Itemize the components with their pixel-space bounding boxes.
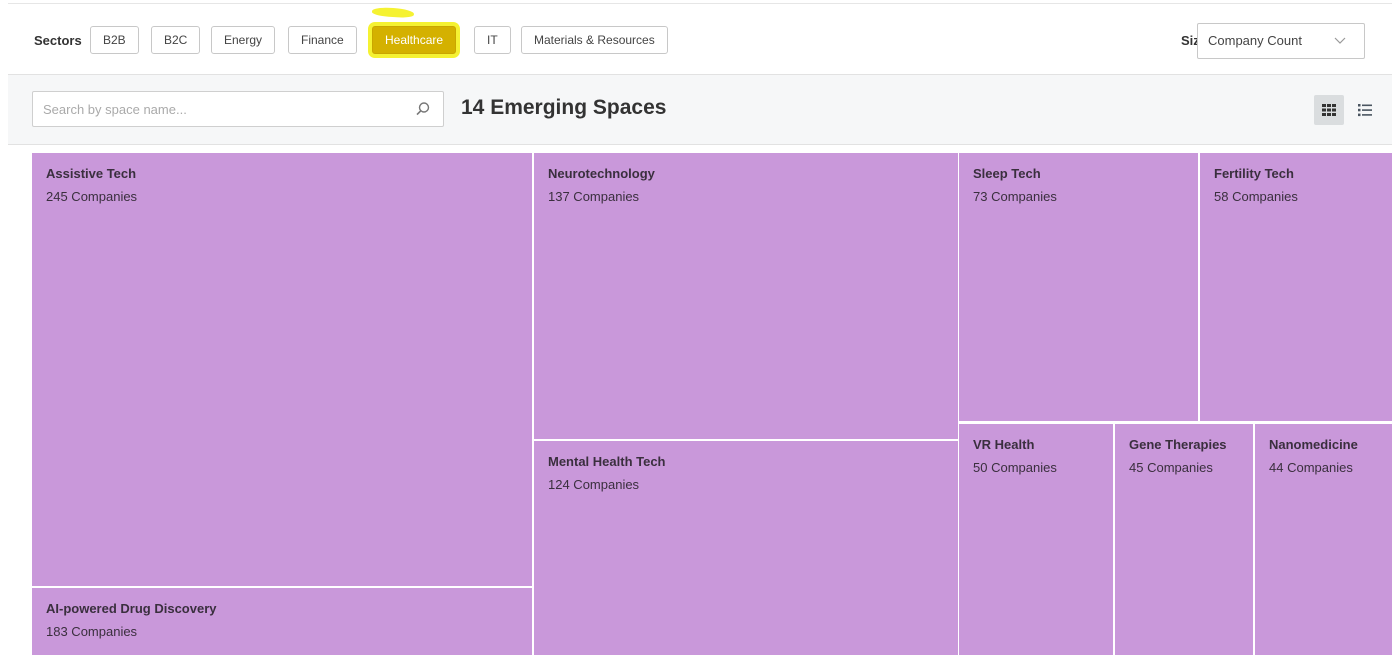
tile-count: 73 Companies	[973, 189, 1057, 204]
sectors-label: Sectors	[34, 33, 82, 48]
tile-name: Neurotechnology	[548, 166, 655, 181]
tile-name: Sleep Tech	[973, 166, 1041, 181]
tile-name: Mental Health Tech	[548, 454, 666, 469]
grid-view-button[interactable]	[1314, 95, 1344, 125]
tile-sleep-tech[interactable]: Sleep Tech 73 Companies	[959, 153, 1198, 421]
search-box	[32, 91, 444, 127]
tile-count: 245 Companies	[46, 189, 138, 204]
tile-count: 50 Companies	[973, 460, 1057, 475]
tile-count: 137 Companies	[548, 189, 640, 204]
tile-neurotechnology[interactable]: Neurotechnology 137 Companies	[534, 153, 958, 439]
tile-count: 124 Companies	[548, 477, 640, 492]
size-select[interactable]: Company Count	[1197, 23, 1365, 59]
tile-count: 45 Companies	[1129, 460, 1213, 475]
sector-chip-healthcare[interactable]: Healthcare	[372, 26, 457, 54]
size-select-value: Company Count	[1208, 33, 1302, 48]
tile-ai-powered-drug-discovery[interactable]: AI-powered Drug Discovery 183 Companies	[32, 588, 532, 655]
search-input[interactable]	[33, 92, 403, 126]
filter-bar: Sectors B2B B2C Energy Finance Healthcar…	[8, 3, 1392, 75]
list-view-button[interactable]	[1350, 95, 1380, 125]
toolbar: 14 Emerging Spaces	[8, 75, 1392, 145]
spaces-count-title: 14 Emerging Spaces	[461, 96, 667, 119]
tile-name: VR Health	[973, 437, 1035, 452]
tile-count: 58 Companies	[1214, 189, 1298, 204]
tile-name: Fertility Tech	[1214, 166, 1294, 181]
sector-chip-materials-resources[interactable]: Materials & Resources	[521, 26, 668, 54]
tile-name: Assistive Tech	[46, 166, 137, 181]
tile-count: 183 Companies	[46, 624, 138, 639]
tile-count: 44 Companies	[1269, 460, 1353, 475]
tile-name: Gene Therapies	[1129, 437, 1227, 452]
sector-chip-finance[interactable]: Finance	[288, 26, 357, 54]
tile-nanomedicine[interactable]: Nanomedicine 44 Companies	[1255, 424, 1392, 655]
sector-chip-it[interactable]: IT	[474, 26, 511, 54]
sector-chip-energy[interactable]: Energy	[211, 26, 276, 54]
sector-chip-b2c[interactable]: B2C	[151, 26, 201, 54]
tile-name: AI-powered Drug Discovery	[46, 601, 217, 616]
tile-name: Nanomedicine	[1269, 437, 1358, 452]
search-icon[interactable]	[415, 101, 431, 117]
spaces-treemap: Assistive Tech 245 Companies AI-powered …	[32, 153, 1392, 655]
sector-chip-b2b[interactable]: B2B	[90, 26, 139, 54]
tile-assistive-tech[interactable]: Assistive Tech 245 Companies	[32, 153, 532, 586]
tile-gene-therapies[interactable]: Gene Therapies 45 Companies	[1115, 424, 1253, 655]
tile-vr-health[interactable]: VR Health 50 Companies	[959, 424, 1113, 655]
tile-fertility-tech[interactable]: Fertility Tech 58 Companies	[1200, 153, 1392, 421]
tile-mental-health-tech[interactable]: Mental Health Tech 124 Companies	[534, 441, 958, 655]
chevron-down-icon	[1334, 24, 1346, 72]
